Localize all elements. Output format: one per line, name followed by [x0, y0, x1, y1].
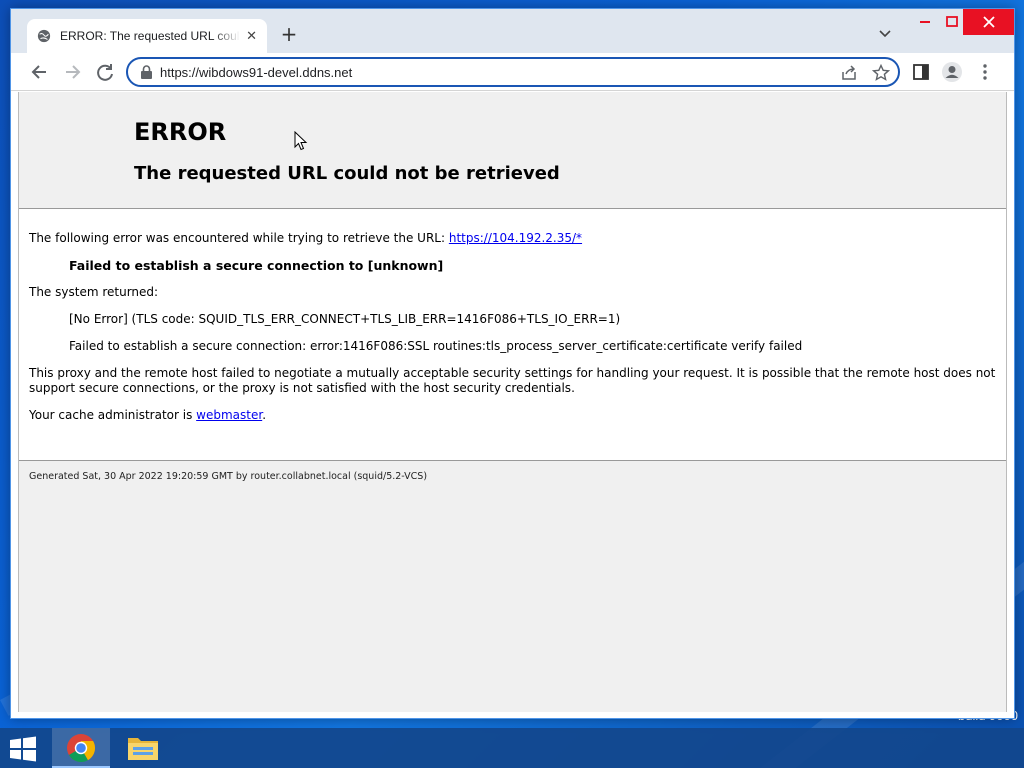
admin-paragraph: Your cache administrator is webmaster. [29, 408, 996, 423]
mouse-cursor-icon [294, 131, 308, 151]
taskbar-file-explorer-button[interactable] [114, 728, 172, 768]
page-subtitle: The requested URL could not be retrieved [134, 163, 560, 184]
error-header: ERROR The requested URL could not be ret… [19, 92, 1006, 209]
error-body: The following error was encountered whil… [19, 209, 1006, 461]
close-window-button[interactable] [963, 9, 1014, 35]
url-input[interactable] [160, 62, 820, 82]
tab-strip: ERROR: The requested URL could not be re… [11, 9, 1014, 53]
profile-icon[interactable] [941, 61, 963, 83]
reload-icon[interactable] [94, 61, 116, 83]
side-panel-icon[interactable] [910, 61, 932, 83]
tab-title: ERROR: The requested URL could not be re… [60, 29, 240, 43]
close-icon [983, 16, 995, 28]
intro-paragraph: The following error was encountered whil… [29, 231, 996, 246]
requested-url-link[interactable]: https://104.192.2.35/* [449, 231, 582, 245]
minimize-icon [920, 21, 930, 23]
page-title: ERROR [134, 118, 227, 146]
arrow-left-icon[interactable] [29, 61, 51, 83]
close-tab-icon[interactable]: ✕ [246, 29, 257, 44]
admin-suffix: . [262, 408, 267, 422]
generated-footer: Generated Sat, 30 Apr 2022 19:20:59 GMT … [29, 471, 428, 482]
admin-text: Your cache administrator is [29, 408, 197, 422]
ssl-error-message: Failed to establish a secure connection:… [69, 339, 803, 353]
arrow-right-icon[interactable] [61, 61, 83, 83]
explanation-paragraph: This proxy and the remote host failed to… [29, 366, 996, 395]
address-bar[interactable] [126, 57, 900, 87]
chrome-icon [67, 734, 95, 762]
globe-icon [37, 29, 51, 43]
kebab-menu-icon[interactable] [974, 61, 996, 83]
lock-icon[interactable] [140, 65, 153, 80]
star-icon[interactable] [872, 64, 890, 82]
windows-start-icon[interactable] [8, 736, 38, 762]
error-page: ERROR The requested URL could not be ret… [18, 92, 1007, 712]
share-icon[interactable] [840, 64, 858, 82]
folder-icon [128, 738, 158, 760]
tls-code-message: [No Error] (TLS code: SQUID_TLS_ERR_CONN… [69, 312, 621, 326]
system-returned-label: The system returned: [29, 285, 159, 299]
chevron-down-icon[interactable] [877, 25, 893, 41]
active-tab[interactable]: ERROR: The requested URL could not be re… [27, 19, 267, 53]
browser-window: ERROR: The requested URL could not be re… [10, 8, 1015, 719]
intro-text: The following error was encountered whil… [29, 231, 449, 245]
browser-toolbar [11, 53, 1014, 91]
minimize-button[interactable] [909, 9, 941, 35]
new-tab-button[interactable]: + [277, 23, 301, 47]
taskbar [0, 728, 1024, 768]
taskbar-chrome-button[interactable] [52, 728, 110, 768]
webmaster-link[interactable]: webmaster [196, 408, 262, 422]
failed-connection-message: Failed to establish a secure connection … [69, 258, 444, 273]
